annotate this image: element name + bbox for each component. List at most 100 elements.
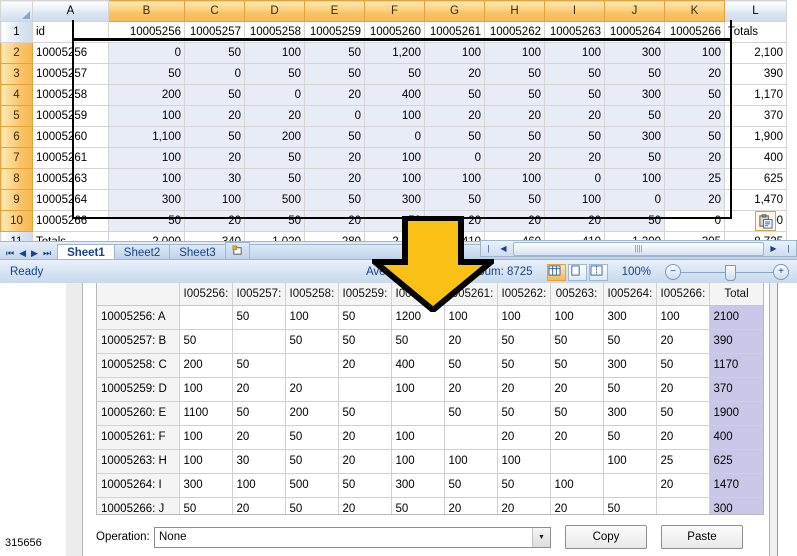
cell-B8[interactable]: 100: [108, 168, 185, 190]
cell-G3[interactable]: 20: [424, 63, 485, 85]
worksheet-grid[interactable]: A B C D E F G H I J K L 1 id 10005256 10…: [0, 0, 787, 253]
matrix-col-header-5[interactable]: I005261:: [444, 283, 498, 306]
table-row[interactable]: 10005261: F 100 20 50 20 100 20 20 50 20…: [97, 425, 763, 450]
matrix-cell-3-6[interactable]: 20: [497, 377, 551, 402]
matrix-cell-4-6[interactable]: 50: [497, 401, 551, 426]
cell-E10[interactable]: 20: [304, 210, 365, 232]
cell-I9[interactable]: 100: [544, 189, 605, 211]
matrix-cell-0-6[interactable]: 100: [497, 305, 551, 330]
matrix-cell-2-2[interactable]: [285, 353, 339, 378]
matrix-cell-6-7[interactable]: [550, 449, 604, 474]
matrix-cell-6-4[interactable]: 100: [391, 449, 445, 474]
matrix-cell-0-5[interactable]: 100: [444, 305, 498, 330]
matrix-cell-2-1[interactable]: 50: [232, 353, 286, 378]
matrix-col-header-total[interactable]: Total: [709, 283, 763, 306]
zoom-out-button[interactable]: −: [665, 264, 681, 280]
matrix-cell-4-5[interactable]: 50: [444, 401, 498, 426]
cell-G9[interactable]: 50: [424, 189, 485, 211]
cell-J6[interactable]: 300: [604, 126, 665, 148]
cell-L2[interactable]: 2,100: [724, 42, 787, 64]
zoom-level[interactable]: 100%: [622, 266, 651, 278]
matrix-col-header-7[interactable]: 005263:: [550, 283, 604, 306]
row-header-3[interactable]: 3: [0, 63, 33, 85]
cell-E2[interactable]: 50: [304, 42, 365, 64]
matrix-cell-1-5[interactable]: 20: [444, 329, 498, 354]
cell-I4[interactable]: 50: [544, 84, 605, 106]
cell-J10[interactable]: 50: [604, 210, 665, 232]
cell-H8[interactable]: 100: [484, 168, 545, 190]
matrix-cell-2-9[interactable]: 50: [656, 353, 710, 378]
cell-I10[interactable]: 20: [544, 210, 605, 232]
matrix-cell-3-1[interactable]: 20: [232, 377, 286, 402]
matrix-cell-0-2[interactable]: 100: [285, 305, 339, 330]
column-header-H[interactable]: H: [484, 0, 545, 22]
page-break-view-icon[interactable]: [588, 263, 608, 281]
matrix-cell-8-3[interactable]: 20: [338, 497, 392, 514]
cell-K9[interactable]: 20: [664, 189, 725, 211]
column-header-K[interactable]: K: [664, 0, 725, 22]
cell-D8[interactable]: 50: [244, 168, 305, 190]
zoom-knob[interactable]: [725, 264, 736, 281]
cell-F1[interactable]: 10005260: [364, 21, 425, 43]
cell-B6[interactable]: 1,100: [108, 126, 185, 148]
matrix-cell-4-8[interactable]: 300: [603, 401, 657, 426]
cell-J7[interactable]: 50: [604, 147, 665, 169]
matrix-cell-4-0[interactable]: 1100: [179, 401, 233, 426]
matrix-row-total-2[interactable]: 1170: [709, 353, 763, 378]
matrix-cell-2-5[interactable]: 50: [444, 353, 498, 378]
matrix-table-container[interactable]: I005256: I005257: I005258: I005259: I005…: [96, 283, 764, 515]
cell-E8[interactable]: 20: [304, 168, 365, 190]
cell-B9[interactable]: 300: [108, 189, 185, 211]
table-row[interactable]: 10005256: A 50 100 50 1200 100 100 100 3…: [97, 305, 763, 330]
nav-next-icon[interactable]: ▶: [31, 249, 38, 258]
page-layout-icon[interactable]: [567, 263, 587, 281]
matrix-cell-0-0[interactable]: [179, 305, 233, 330]
cell-J9[interactable]: 0: [604, 189, 665, 211]
cell-G6[interactable]: 50: [424, 126, 485, 148]
zoom-track[interactable]: [681, 264, 773, 281]
table-row[interactable]: 10005257: B 50 50 50 50 20 50 50 50 20 3…: [97, 329, 763, 354]
matrix-cell-6-2[interactable]: 50: [285, 449, 339, 474]
matrix-cell-1-8[interactable]: 50: [603, 329, 657, 354]
paste-button[interactable]: Paste: [661, 525, 743, 549]
matrix-cell-3-4[interactable]: 100: [391, 377, 445, 402]
cell-I2[interactable]: 100: [544, 42, 605, 64]
matrix-cell-4-2[interactable]: 200: [285, 401, 339, 426]
matrix-cell-1-7[interactable]: 50: [550, 329, 604, 354]
cell-E5[interactable]: 0: [304, 105, 365, 127]
select-all-corner[interactable]: [0, 0, 33, 22]
column-header-C[interactable]: C: [184, 0, 245, 22]
nav-first-icon[interactable]: ⏮: [6, 249, 14, 258]
matrix-row-total-5[interactable]: 400: [709, 425, 763, 450]
cell-H7[interactable]: 20: [484, 147, 545, 169]
cell-D3[interactable]: 50: [244, 63, 305, 85]
table-row[interactable]: 10005264: I 300 100 500 50 300 50 50 100…: [97, 473, 763, 498]
matrix-cell-6-0[interactable]: 100: [179, 449, 233, 474]
cell-F5[interactable]: 100: [364, 105, 425, 127]
scroll-split-handle[interactable]: |: [481, 244, 496, 253]
row-header-9[interactable]: 9: [0, 189, 33, 211]
matrix-row-total-8[interactable]: 300: [709, 497, 763, 514]
row-header-8[interactable]: 8: [0, 168, 33, 190]
cell-E9[interactable]: 50: [304, 189, 365, 211]
matrix-cell-5-7[interactable]: 20: [550, 425, 604, 450]
cell-K8[interactable]: 25: [664, 168, 725, 190]
cell-D5[interactable]: 20: [244, 105, 305, 127]
matrix-cell-1-0[interactable]: 50: [179, 329, 233, 354]
table-row[interactable]: 10005266: J 50 20 50 20 50 20 20 20 50 3…: [97, 497, 763, 514]
cell-I3[interactable]: 50: [544, 63, 605, 85]
matrix-cell-6-9[interactable]: 25: [656, 449, 710, 474]
matrix-col-header-6[interactable]: I005262:: [497, 283, 551, 306]
cell-F8[interactable]: 100: [364, 168, 425, 190]
cell-K1[interactable]: 10005266: [664, 21, 725, 43]
cell-B10[interactable]: 50: [108, 210, 185, 232]
matrix-row-total-4[interactable]: 1900: [709, 401, 763, 426]
matrix-cell-3-9[interactable]: 20: [656, 377, 710, 402]
cell-L9[interactable]: 1,470: [724, 189, 787, 211]
matrix-cell-6-5[interactable]: 100: [444, 449, 498, 474]
row-header-4[interactable]: 4: [0, 84, 33, 106]
matrix-cell-2-0[interactable]: 200: [179, 353, 233, 378]
cell-F10[interactable]: 50: [364, 210, 425, 232]
matrix-cell-8-8[interactable]: 50: [603, 497, 657, 514]
cell-I6[interactable]: 50: [544, 126, 605, 148]
